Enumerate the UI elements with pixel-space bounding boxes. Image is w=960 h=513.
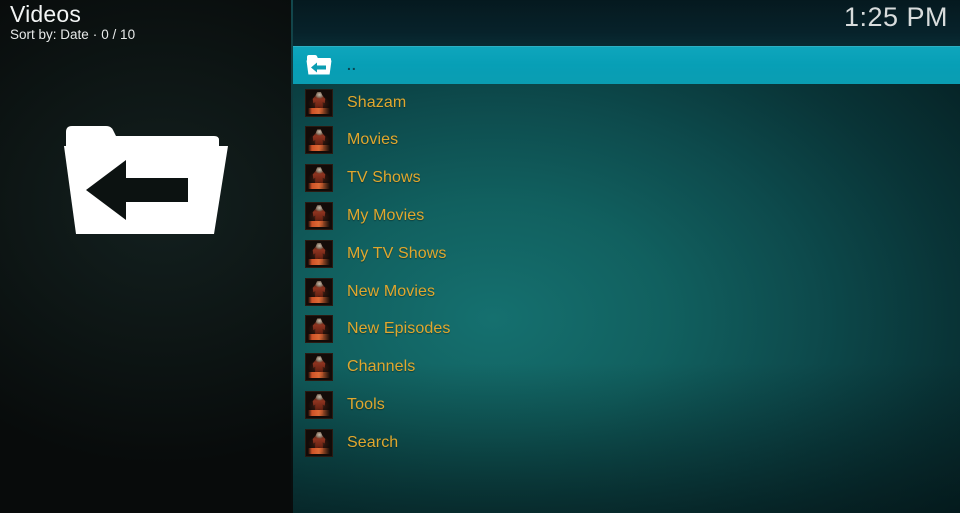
list-item[interactable]: Channels <box>293 348 960 386</box>
list-item[interactable]: TV Shows <box>293 159 960 197</box>
list-item-label: .. <box>347 56 357 73</box>
folder-back-icon <box>64 118 228 234</box>
list-item-label: Search <box>347 433 399 451</box>
page-title: Videos <box>10 1 82 27</box>
kodi-videos-screen: Videos Sort by: Date · 0 / 10 1:25 PM .. Sh… <box>0 0 960 513</box>
list-item[interactable]: New Movies <box>293 273 960 311</box>
clock: 1:25 PM <box>843 2 948 32</box>
addon-thumbnail-icon <box>305 428 333 457</box>
addon-thumbnail-icon <box>305 202 333 231</box>
list-item[interactable]: Search <box>293 424 960 462</box>
addon-thumbnail-icon <box>305 391 333 420</box>
folder-back-icon <box>305 51 333 79</box>
sort-separator: · <box>92 27 98 42</box>
preview-panel <box>0 0 293 513</box>
list-item-label: Tools <box>347 396 385 414</box>
list-item[interactable]: My Movies <box>293 197 960 235</box>
addon-thumbnail-icon <box>305 315 333 344</box>
list-item-label: Movies <box>347 131 399 149</box>
top-bar: Videos Sort by: Date · 0 / 10 1:25 PM <box>0 0 960 46</box>
addon-thumbnail-icon <box>305 164 333 193</box>
list-item[interactable]: .. <box>293 46 960 84</box>
addon-thumbnail-icon <box>305 239 333 268</box>
list-item[interactable]: My TV Shows <box>293 235 960 273</box>
list-item[interactable]: New Episodes <box>293 311 960 349</box>
page-title-block: Videos Sort by: Date · 0 / 10 <box>10 1 135 43</box>
list-item-label: Channels <box>347 358 416 376</box>
list-item-label: New Episodes <box>347 320 451 338</box>
item-count: 0 / 10 <box>101 27 136 42</box>
file-list[interactable]: .. Shazam Movies TV Shows My Movies My TV Sho… <box>293 46 960 513</box>
addon-thumbnail-icon <box>305 88 333 117</box>
sort-status: Sort by: Date · 0 / 10 <box>10 27 135 43</box>
list-item-label: TV Shows <box>347 169 421 187</box>
addon-thumbnail-icon <box>305 353 333 382</box>
list-item-label: My Movies <box>347 207 425 225</box>
list-item-label: Shazam <box>347 93 407 111</box>
list-item[interactable]: Shazam <box>293 84 960 122</box>
list-item-label: New Movies <box>347 282 436 300</box>
addon-thumbnail-icon <box>305 126 333 155</box>
addon-thumbnail-icon <box>305 277 333 306</box>
list-item-label: My TV Shows <box>347 244 447 262</box>
list-item[interactable]: Movies <box>293 122 960 160</box>
list-item[interactable]: Tools <box>293 386 960 424</box>
sort-label: Sort by: Date <box>10 27 89 42</box>
